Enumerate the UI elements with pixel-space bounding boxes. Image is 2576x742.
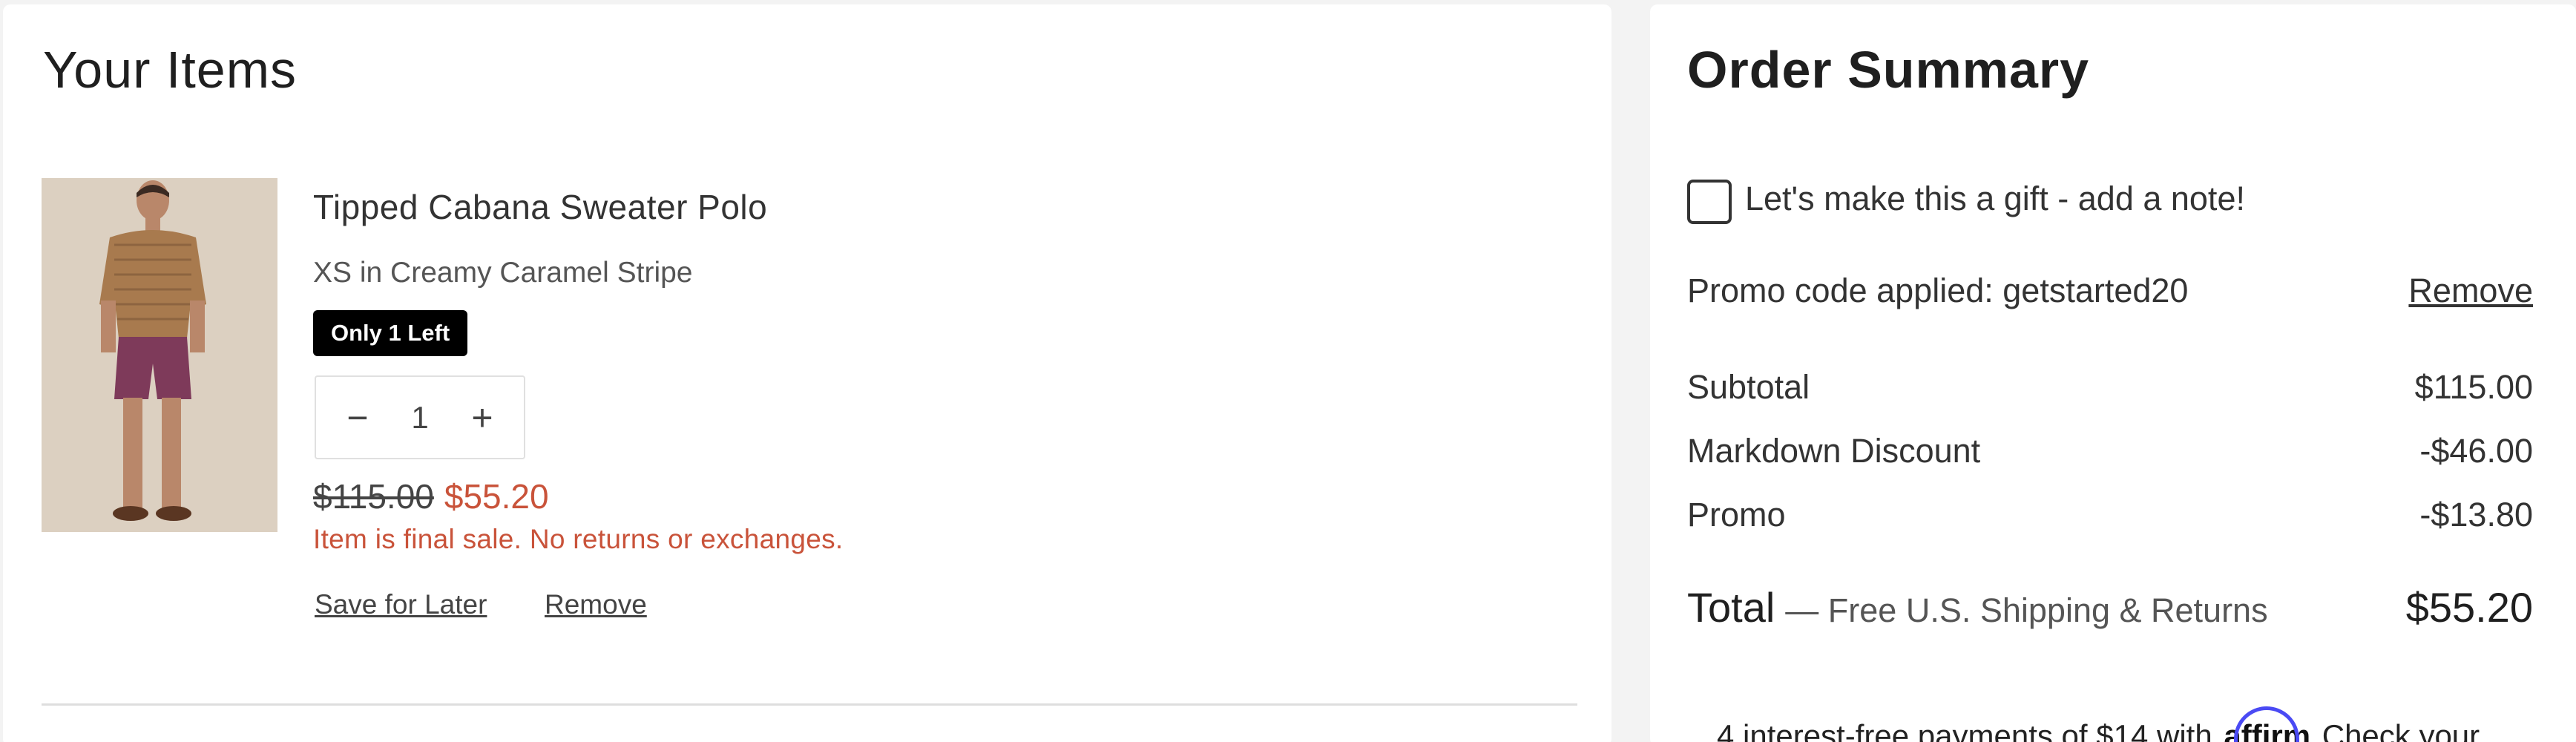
promo-row: Promo -$13.80 (1687, 496, 2533, 534)
affirm-message: 4 interest-free payments of $14 with aff… (1717, 706, 2480, 742)
markdown-discount-value: -$46.00 (2419, 432, 2533, 470)
markdown-discount-label: Markdown Discount (1687, 432, 1981, 470)
promo-label: Promo (1687, 496, 1786, 533)
promo-remove-link[interactable]: Remove (2408, 272, 2533, 310)
product-name[interactable]: Tipped Cabana Sweater Polo (313, 187, 767, 227)
product-variant: XS in Creamy Caramel Stripe (313, 257, 693, 289)
summary-title: Order Summary (1687, 41, 2090, 99)
cart-page: Your Items Tipped Cabana Sweater Polo XS… (0, 0, 2576, 742)
plus-icon[interactable]: + (464, 397, 500, 439)
affirm-logo: affirm (2221, 706, 2313, 742)
total-label: Total (1687, 584, 1775, 631)
items-title: Your Items (43, 41, 298, 99)
gift-label[interactable]: Let's make this a gift - add a note! (1745, 180, 2245, 218)
subtotal-label: Subtotal (1687, 368, 1810, 406)
markdown-discount-row: Markdown Discount -$46.00 (1687, 432, 2533, 470)
affirm-prefix: 4 interest-free payments of $14 with (1717, 718, 2212, 742)
items-panel: Your Items Tipped Cabana Sweater Polo XS… (3, 4, 1611, 742)
remove-item-link[interactable]: Remove (545, 589, 647, 620)
total-row: Total — Free U.S. Shipping & Returns $55.… (1687, 583, 2533, 631)
original-price: $115.00 (313, 477, 434, 516)
divider (42, 703, 1577, 706)
quantity-value: 1 (411, 399, 429, 435)
affirm-check-link[interactable]: Check your (2322, 718, 2480, 742)
subtotal-row: Subtotal $115.00 (1687, 368, 2533, 407)
product-photo-illustration (42, 178, 277, 532)
stock-badge: Only 1 Left (313, 310, 468, 356)
subtotal-value: $115.00 (2414, 368, 2533, 406)
save-for-later-link[interactable]: Save for Later (315, 589, 487, 620)
order-summary-panel: Order Summary Let's make this a gift - a… (1650, 4, 2576, 742)
sale-price: $55.20 (444, 477, 549, 516)
final-sale-note: Item is final sale. No returns or exchan… (313, 524, 844, 554)
price-row: $115.00 $55.20 (313, 476, 549, 516)
promo-applied-text: Promo code applied: getstarted20 (1687, 272, 2189, 309)
gift-checkbox[interactable] (1687, 180, 1732, 224)
quantity-stepper: − 1 + (315, 375, 525, 459)
promo-value: -$13.80 (2419, 496, 2533, 533)
minus-icon[interactable]: − (340, 397, 375, 439)
shipping-note: — Free U.S. Shipping & Returns (1785, 591, 2268, 629)
total-value: $55.20 (2405, 584, 2533, 631)
product-image[interactable] (42, 178, 277, 532)
